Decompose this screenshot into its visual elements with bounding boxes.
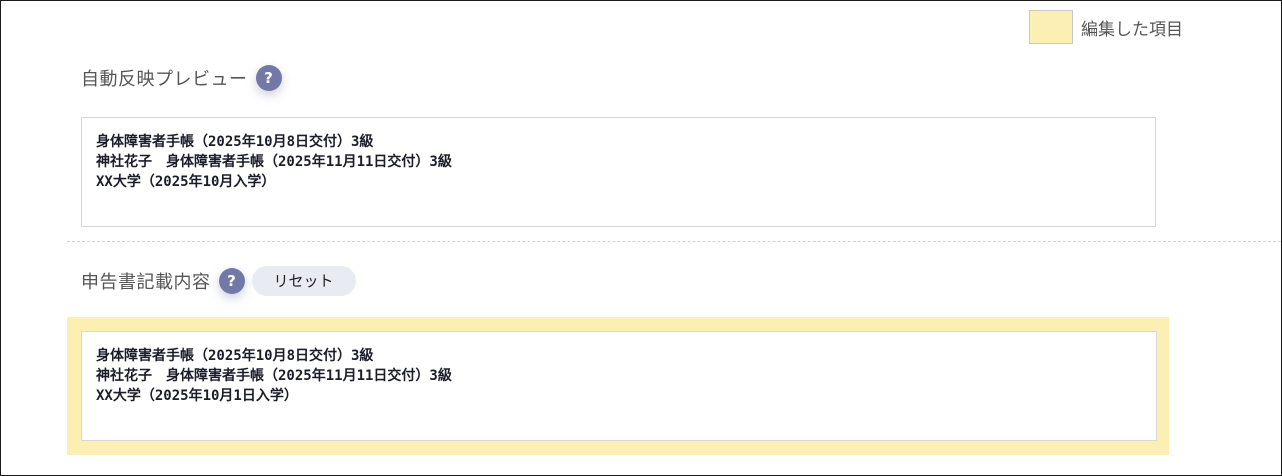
panel: 編集した項目 自動反映プレビュー ? 身体障害者手帳（2025年10月8日交付）… [0, 0, 1282, 476]
edited-highlight: 身体障害者手帳（2025年10月8日交付）3級 神社花子 身体障害者手帳（202… [67, 317, 1169, 455]
help-icon[interactable]: ? [255, 65, 282, 91]
declaration-title: 申告書記載内容 [81, 272, 211, 293]
preview-line: 身体障害者手帳（2025年10月8日交付）3級 [96, 134, 374, 150]
declaration-line: 身体障害者手帳（2025年10月8日交付）3級 [96, 348, 374, 364]
declaration-textarea[interactable]: 身体障害者手帳（2025年10月8日交付）3級 神社花子 身体障害者手帳（202… [81, 331, 1157, 441]
preview-line: XX大学（2025年10月入学） [96, 174, 276, 190]
edited-legend-label: 編集した項目 [1081, 19, 1183, 40]
preview-header: 自動反映プレビュー ? [81, 65, 282, 91]
section-divider [67, 241, 1281, 242]
preview-title: 自動反映プレビュー [81, 69, 248, 90]
declaration-header: 申告書記載内容 ? リセット [81, 266, 356, 296]
preview-line: 神社花子 身体障害者手帳（2025年11月11日交付）3級 [96, 154, 452, 170]
declaration-line: XX大学（2025年10月1日入学） [96, 388, 298, 404]
reset-button[interactable]: リセット [251, 266, 356, 296]
edited-legend: 編集した項目 [1029, 10, 1183, 44]
edited-color-swatch [1029, 10, 1073, 44]
preview-box: 身体障害者手帳（2025年10月8日交付）3級 神社花子 身体障害者手帳（202… [81, 117, 1156, 227]
help-icon[interactable]: ? [218, 268, 245, 294]
declaration-line: 神社花子 身体障害者手帳（2025年11月11日交付）3級 [96, 368, 452, 384]
